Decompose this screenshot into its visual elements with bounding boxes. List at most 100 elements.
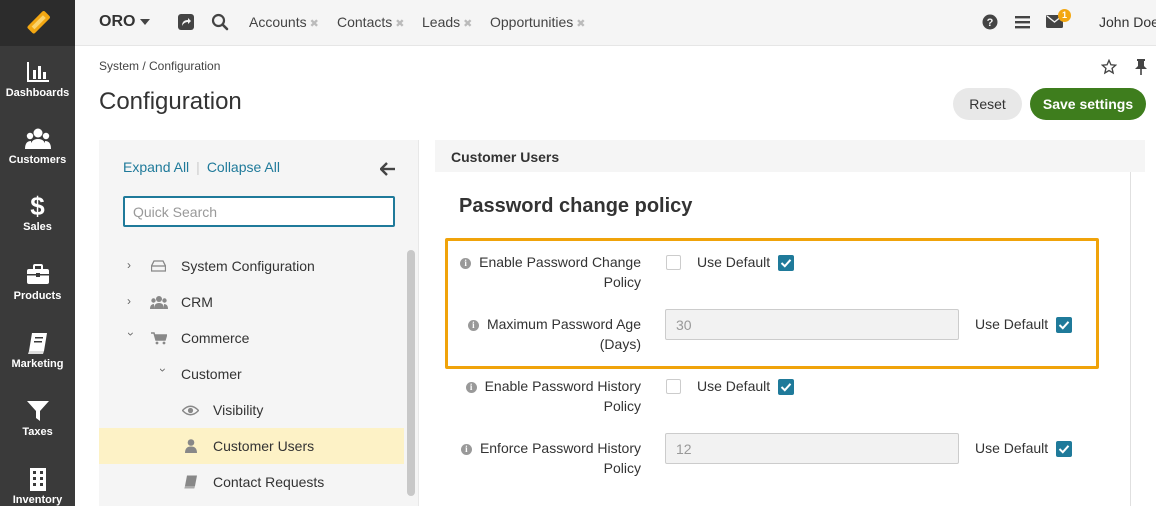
hdd-icon [151,260,166,272]
max-password-age-input[interactable] [665,309,959,340]
page-title: Configuration [99,88,242,115]
info-icon[interactable]: i [460,258,472,269]
nav-taxes[interactable]: Taxes [0,399,75,438]
nav-sales[interactable]: $ Sales [0,193,75,233]
tree-item-label: System Configuration [181,258,315,274]
label-line: (Days) [599,336,641,352]
enable-password-history-checkbox[interactable] [666,379,681,394]
close-icon[interactable]: ✖ [576,18,585,30]
reset-button[interactable]: Reset [953,88,1022,120]
breadcrumb: System / Configuration [99,59,221,73]
nav-dashboards[interactable]: Dashboards [0,60,75,99]
use-default-checkbox[interactable] [778,255,794,271]
tab-contacts[interactable]: Contacts ✖ [337,14,404,30]
label-line: Maximum Password Age [486,316,641,332]
info-icon[interactable]: i [460,444,472,455]
tab-label: Contacts [337,14,393,30]
close-icon[interactable]: ✖ [310,18,319,30]
menu-icon[interactable] [1015,15,1030,29]
book-icon [184,475,197,489]
org-switcher[interactable]: ORO [99,13,151,31]
nav-label-products: Products [13,290,62,302]
section-header: Customer Users [435,140,1145,172]
collapse-all-link[interactable]: Collapse All [207,159,280,175]
pin-icon[interactable] [1134,59,1148,75]
oro-logo[interactable] [0,0,75,46]
nav-label-customers: Customers [8,154,67,166]
expand-all-link[interactable]: Expand All [123,159,189,175]
field-label-enable-password-change: i Enable Password Change Policy [449,252,641,292]
top-bar: ORO Accounts ✖ Contacts ✖ Leads ✖ Opportuni… [75,0,1156,46]
checkmark-icon [1058,445,1070,454]
nav-marketing[interactable]: Marketing [0,331,75,370]
tree-item-label: Customer [181,366,242,382]
nav-label-taxes: Taxes [22,426,53,438]
label-line: Policy [603,398,641,414]
share-icon[interactable] [177,13,195,31]
save-settings-button[interactable]: Save settings [1030,88,1146,120]
search-icon[interactable] [211,13,229,31]
tree-item-visibility[interactable]: Visibility [99,392,404,428]
tree-item-label: Contact Requests [213,474,325,490]
nav-label-sales: Sales [23,221,52,233]
nav-products[interactable]: Products [0,263,75,302]
use-default-checkbox[interactable] [1056,317,1072,333]
tree-item-commerce[interactable]: › Commerce [99,320,404,356]
close-icon[interactable]: ✖ [395,18,404,30]
arrow-left-icon[interactable] [380,162,396,176]
tab-opportunities[interactable]: Opportunities ✖ [490,14,586,30]
chevron-down-icon [140,18,151,25]
tree-scrollbar[interactable] [407,250,415,496]
use-default-label: Use Default [975,316,1049,332]
customers-icon [24,128,51,149]
dashboards-icon [26,62,49,82]
divider [418,140,419,506]
building-icon [29,468,46,491]
label-line: Enable Password History [484,378,641,394]
info-icon[interactable]: i [467,320,479,331]
tree-expand-collapse: Expand All | Collapse All [123,159,280,175]
tree-item-contact-requests[interactable]: Contact Requests [99,464,404,500]
label-line: Policy [603,460,641,476]
use-default-checkbox[interactable] [1056,441,1072,457]
nav-inventory[interactable]: Inventory [0,467,75,506]
label-line: Policy [603,274,641,290]
use-default-checkbox[interactable] [778,379,794,395]
user-menu[interactable]: John Doe [1099,14,1156,30]
tree-item-system-configuration[interactable]: › System Configuration [99,248,404,284]
users-icon [150,296,168,309]
info-icon[interactable]: i [465,382,477,393]
chevron-right-icon[interactable]: › [127,295,137,307]
field-label-enforce-password-history: i Enforce Password History Policy [449,438,641,478]
use-default-label: Use Default [697,254,771,270]
logo-icon [27,11,50,34]
use-default-label: Use Default [975,440,1049,456]
tab-label: Leads [422,14,461,30]
tree-item-customer-users[interactable]: Customer Users [99,428,404,464]
star-icon[interactable] [1101,59,1117,75]
chevron-down-icon[interactable]: › [124,332,138,342]
enable-password-change-checkbox[interactable] [666,255,681,270]
cart-icon [151,332,167,345]
enforce-password-history-input[interactable] [665,433,959,464]
tab-accounts[interactable]: Accounts ✖ [249,14,319,30]
checkmark-icon [780,383,792,392]
label-line: Enforce Password History [479,440,641,456]
checkmark-icon [780,259,792,268]
chevron-down-icon[interactable]: › [156,368,170,378]
field-label-max-password-age: i Maximum Password Age (Days) [449,314,641,354]
nav-customers[interactable]: Customers [0,127,75,166]
help-icon[interactable]: ? [982,14,998,30]
filter-icon [26,401,49,421]
tree-item-customer[interactable]: › Customer [99,356,404,392]
user-icon [185,439,197,453]
chevron-right-icon[interactable]: › [127,259,137,271]
notification-badge: 1 [1058,9,1071,22]
tree-item-label: Customer Users [213,438,315,454]
use-default-label: Use Default [697,378,771,394]
quick-search-input[interactable] [123,196,395,227]
tab-leads[interactable]: Leads ✖ [422,14,472,30]
tree-item-label: Visibility [213,402,264,418]
tree-item-crm[interactable]: › CRM [99,284,404,320]
close-icon[interactable]: ✖ [463,18,472,30]
